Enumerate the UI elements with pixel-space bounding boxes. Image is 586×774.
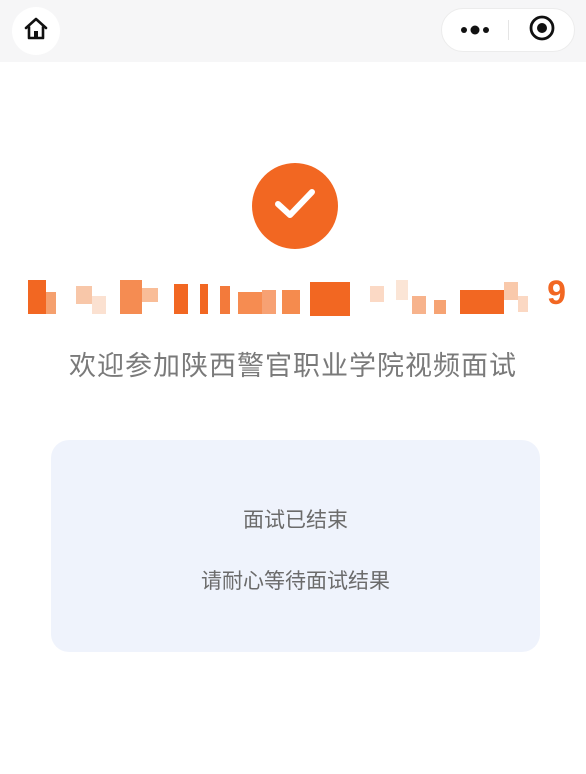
close-button[interactable] xyxy=(509,9,575,51)
check-icon xyxy=(273,186,317,226)
status-card: 面试已结束 请耐心等待面试结果 xyxy=(51,440,540,652)
welcome-message: 欢迎参加陕西警官职业学院视频面试 xyxy=(69,351,517,382)
pixelation-mask xyxy=(28,280,528,316)
candidate-name-redacted: 9 xyxy=(24,268,570,324)
record-close-icon xyxy=(528,14,556,46)
capsule-menu xyxy=(441,8,575,52)
more-button[interactable] xyxy=(442,9,508,51)
await-result-text: 请耐心等待面试结果 xyxy=(201,569,390,593)
success-badge xyxy=(252,163,338,249)
candidate-name-suffix: 9 xyxy=(547,274,566,312)
interview-ended-text: 面试已结束 xyxy=(243,508,348,532)
more-dots-icon xyxy=(458,21,492,40)
home-icon xyxy=(23,16,49,46)
home-button[interactable] xyxy=(12,7,60,55)
top-bar xyxy=(0,0,586,62)
